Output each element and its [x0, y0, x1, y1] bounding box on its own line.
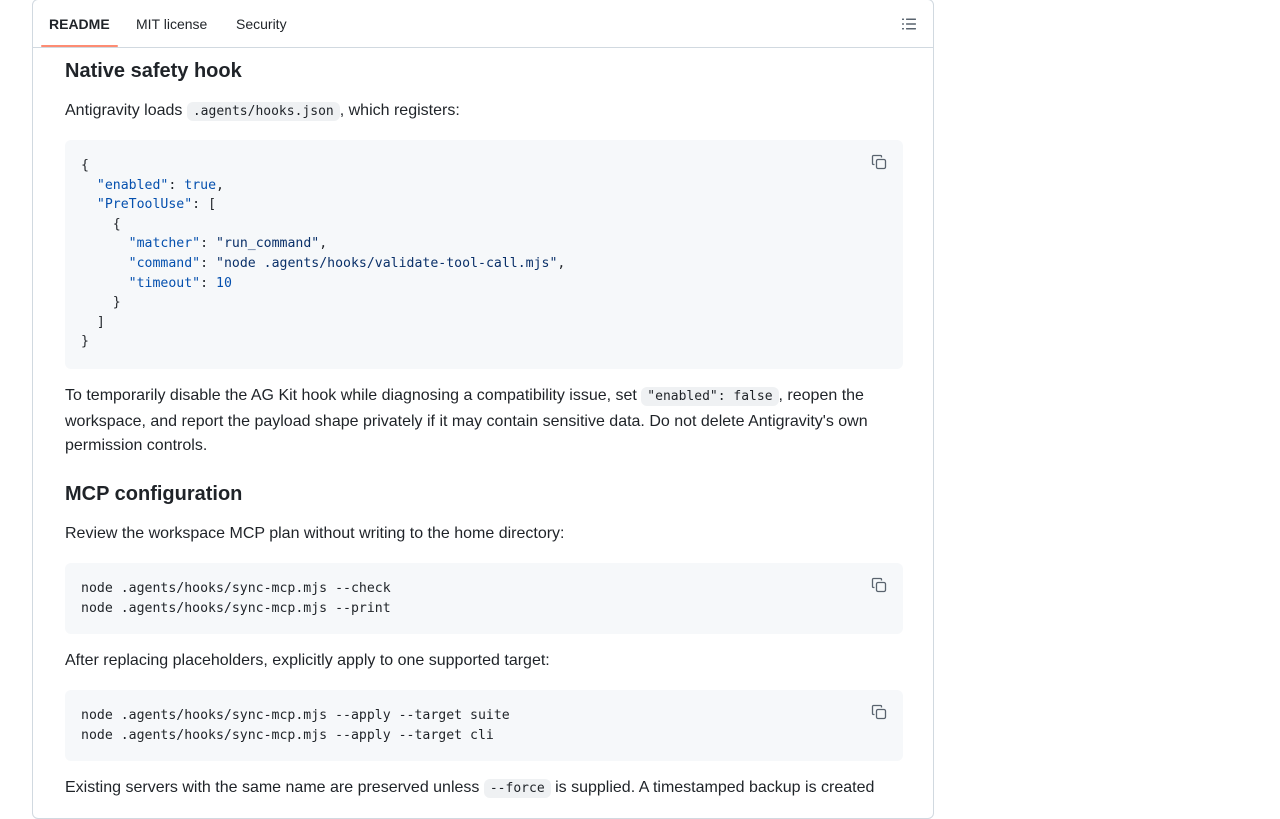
mcp-apply-paragraph: After replacing placeholders, explicitly…	[65, 652, 550, 669]
code-block-mcp-check: node .agents/hooks/sync-mcp.mjs --check …	[65, 563, 903, 634]
tab-readme[interactable]: README	[49, 0, 110, 47]
code-block-mcp-apply: node .agents/hooks/sync-mcp.mjs --apply …	[65, 690, 903, 761]
hooks-json-code: { "enabled": true, "PreToolUse": [ { "ma…	[81, 158, 566, 350]
inline-code-hooks-json: .agents/hooks.json	[186, 102, 340, 121]
mcp-force-suffix: is supplied. A timestamped backup is cre…	[550, 779, 875, 796]
tab-security[interactable]: Security	[236, 0, 287, 47]
hook-intro-paragraph: Antigravity loads .agents/hooks.json, wh…	[65, 99, 903, 125]
heading-native-safety-hook: Native safety hook	[65, 60, 242, 82]
mcp-force-text: Existing servers with the same name are …	[65, 779, 484, 796]
inline-code-force: --force	[483, 779, 551, 798]
copy-icon[interactable]	[871, 577, 887, 593]
code-block-hooks-json: { "enabled": true, "PreToolUse": [ { "ma…	[65, 140, 903, 369]
mcp-apply-code: node .agents/hooks/sync-mcp.mjs --apply …	[81, 708, 510, 743]
readme-panel: README MIT license Security Native safet…	[32, 0, 934, 819]
tab-mit-license[interactable]: MIT license	[136, 0, 207, 47]
copy-icon[interactable]	[871, 704, 887, 720]
inline-code-enabled-false: "enabled": false	[641, 387, 779, 406]
mcp-force-paragraph: Existing servers with the same name are …	[65, 776, 903, 802]
heading-mcp-configuration: MCP configuration	[65, 483, 243, 505]
copy-icon[interactable]	[871, 154, 887, 170]
hook-intro-text: Antigravity loads	[65, 102, 187, 119]
active-tab-indicator	[41, 45, 118, 47]
readme-tabbar: README MIT license Security	[33, 0, 933, 48]
hook-intro-suffix: , which registers:	[339, 102, 460, 119]
mcp-check-code: node .agents/hooks/sync-mcp.mjs --check …	[81, 581, 391, 616]
mcp-intro-paragraph: Review the workspace MCP plan without wr…	[65, 525, 565, 542]
list-unordered-icon[interactable]	[901, 16, 917, 32]
hook-disable-text: To temporarily disable the AG Kit hook w…	[65, 387, 642, 404]
hook-disable-paragraph: To temporarily disable the AG Kit hook w…	[65, 384, 903, 459]
